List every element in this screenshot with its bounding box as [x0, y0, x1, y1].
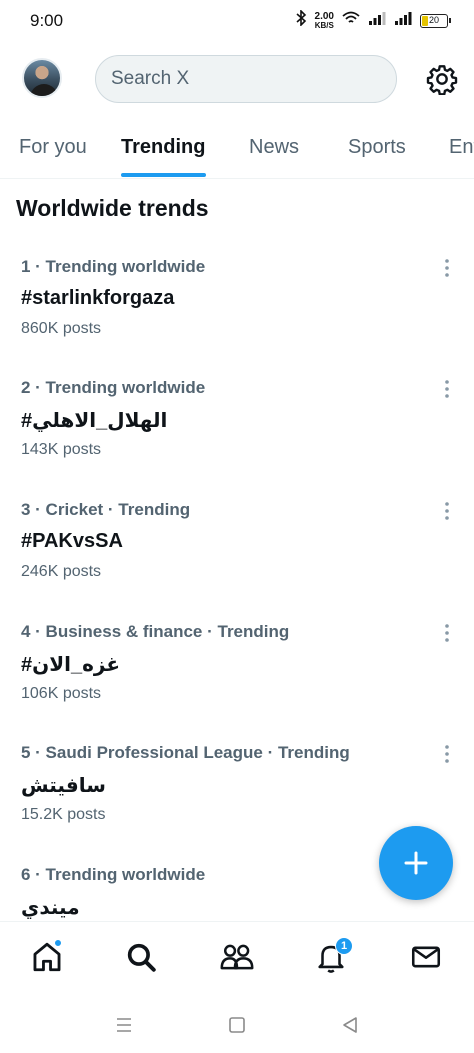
tab-entertainment[interactable]: Ent: [449, 136, 474, 159]
home-unread-dot: [54, 939, 62, 947]
trend-post-count: 246K posts: [21, 563, 102, 580]
trend-name: #PAKvsSA: [21, 530, 123, 552]
tab-sports[interactable]: Sports: [348, 136, 406, 159]
battery-icon: 20: [420, 13, 451, 28]
trend-meta: 3 · Cricket · Trending: [21, 500, 191, 519]
more-options-icon[interactable]: [436, 500, 458, 522]
tab-for-you[interactable]: For you: [19, 136, 87, 159]
more-options-icon[interactable]: [436, 378, 458, 400]
battery-level: 20: [428, 14, 439, 25]
trend-name: سافيتش: [21, 775, 106, 797]
back-triangle-icon[interactable]: [339, 1014, 361, 1036]
trend-item[interactable]: 3 · Cricket · Trending #PAKvsSA 246K pos…: [0, 500, 474, 610]
trend-meta: 5 · Saudi Professional League · Trending: [21, 743, 350, 762]
plus-icon: [404, 851, 428, 875]
signal-icon-1: [368, 11, 386, 30]
search-input[interactable]: [96, 56, 396, 102]
page-title: Worldwide trends: [16, 195, 209, 221]
trend-name: #starlinkforgaza: [21, 287, 175, 309]
tab-bar: For you Trending News Sports Ent: [0, 125, 474, 179]
trend-meta: 1 · Trending worldwide: [21, 257, 206, 276]
notifications-badge: 1: [335, 937, 353, 955]
active-tab-indicator: [121, 173, 206, 177]
trend-item[interactable]: 2 · Trending worldwide #الهلال_الاهلي 14…: [0, 378, 474, 488]
bluetooth-icon: [295, 9, 307, 31]
system-nav-bar: [0, 995, 474, 1053]
trend-meta: 6 · Trending worldwide: [21, 865, 206, 884]
search-icon[interactable]: [124, 940, 160, 976]
status-bar: 9:00 2.00 KB/S 20: [0, 0, 474, 40]
trend-name: #غزه_الان: [21, 654, 120, 676]
trend-meta: 2 · Trending worldwide: [21, 378, 206, 397]
wifi-icon: [342, 11, 360, 30]
network-speed: 2.00 KB/S: [314, 10, 334, 30]
communities-icon[interactable]: [219, 940, 255, 976]
notifications-bell-icon[interactable]: 1: [314, 937, 353, 976]
trend-post-count: 106K posts: [21, 685, 102, 702]
home-square-icon[interactable]: [226, 1014, 248, 1036]
trend-post-count: 860K posts: [21, 320, 102, 337]
settings-gear-icon[interactable]: [426, 63, 458, 96]
home-icon[interactable]: [30, 939, 66, 976]
recent-apps-icon[interactable]: [113, 1014, 135, 1036]
tab-news[interactable]: News: [249, 136, 299, 159]
status-time: 9:00: [30, 11, 64, 30]
bottom-nav-bar: 1: [0, 921, 474, 995]
tab-trending[interactable]: Trending: [121, 136, 205, 159]
messages-envelope-icon[interactable]: [409, 940, 445, 976]
status-icons: 2.00 KB/S 20: [295, 9, 451, 31]
more-options-icon[interactable]: [436, 257, 458, 279]
trend-item[interactable]: 1 · Trending worldwide #starlinkforgaza …: [0, 257, 474, 367]
signal-icon-2: [394, 11, 412, 30]
trend-meta: 4 · Business & finance · Trending: [21, 622, 290, 641]
trend-name: #الهلال_الاهلي: [21, 410, 168, 432]
search-bar[interactable]: [95, 55, 397, 103]
network-speed-value: 2.00: [314, 10, 334, 22]
network-speed-unit: KB/S: [314, 20, 334, 30]
trend-item[interactable]: 4 · Business & finance · Trending #غزه_ا…: [0, 622, 474, 732]
more-options-icon[interactable]: [436, 622, 458, 644]
trend-name: ميندي: [21, 897, 80, 919]
compose-post-button[interactable]: [379, 826, 453, 900]
more-options-icon[interactable]: [436, 743, 458, 765]
profile-avatar[interactable]: [22, 58, 62, 98]
trend-post-count: 15.2K posts: [21, 806, 106, 823]
trend-post-count: 143K posts: [21, 441, 102, 458]
